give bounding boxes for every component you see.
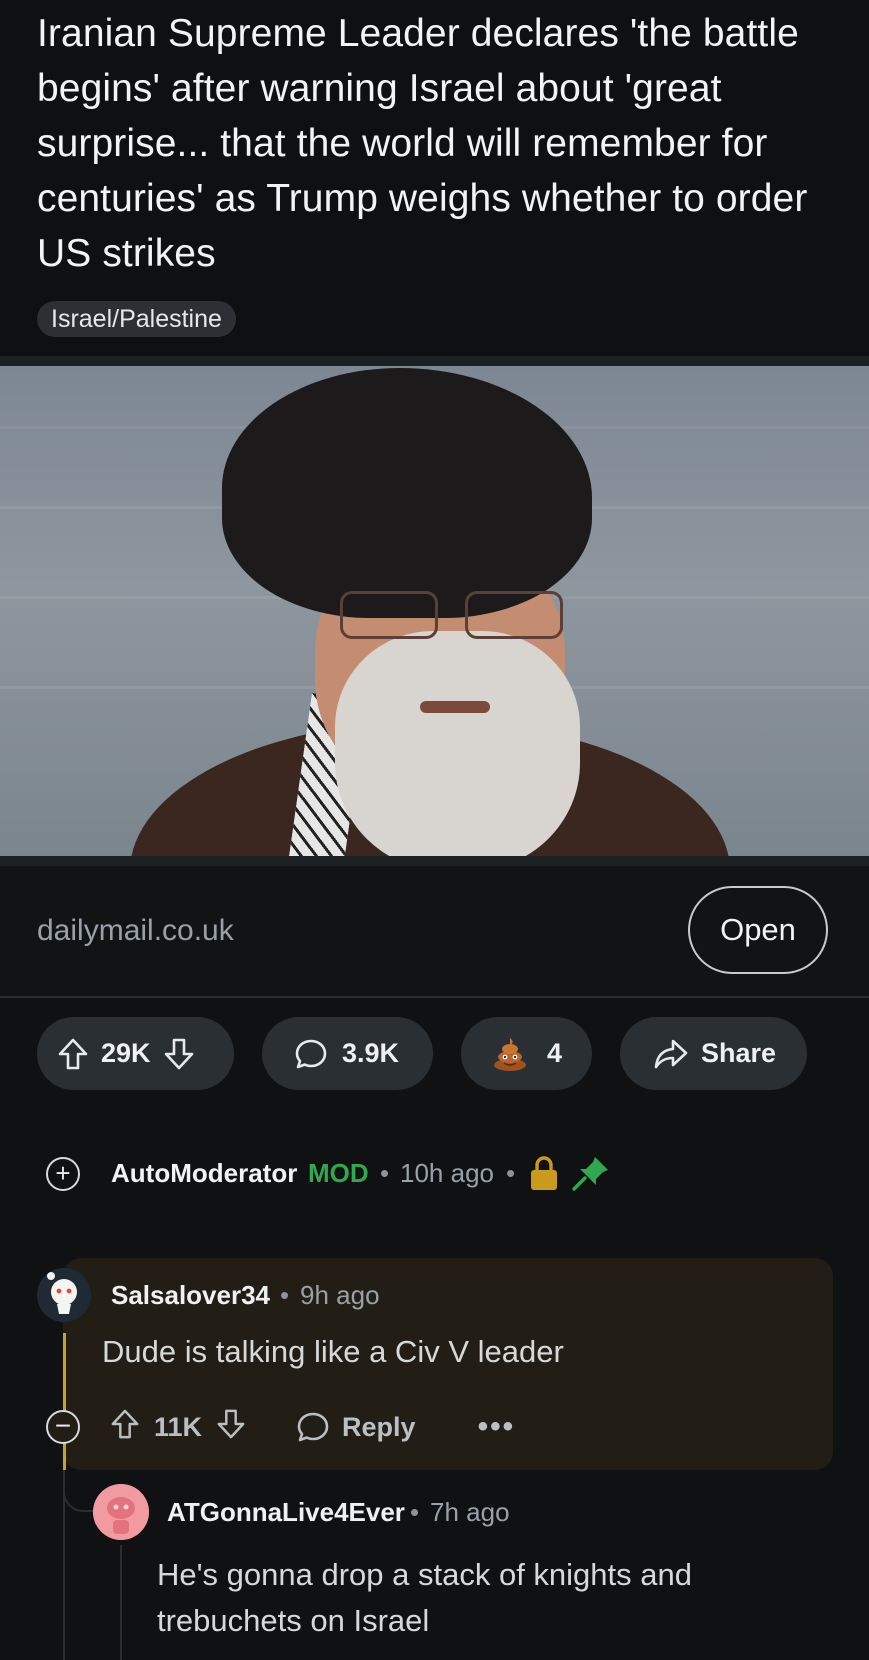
separator: • [280, 1280, 290, 1310]
comment-body: Dude is talking like a Civ V leader [102, 1334, 564, 1369]
comment-actions: 11K Reply ••• [110, 1405, 515, 1449]
divider [0, 356, 869, 366]
pin-icon [571, 1154, 611, 1197]
lock-icon [528, 1154, 560, 1197]
post-header: Iranian Supreme Leader declares 'the bat… [0, 0, 869, 356]
comment-count: 3.9K [342, 1038, 400, 1068]
upvote-icon[interactable] [57, 1037, 89, 1071]
post-flair[interactable]: Israel/Palestine [37, 301, 236, 337]
share-label: Share [701, 1038, 777, 1068]
link-domain[interactable]: dailymail.co.uk [37, 914, 234, 948]
collapse-comment-button[interactable]: − [46, 1410, 80, 1444]
separator: • [410, 1497, 420, 1527]
separator: • [506, 1158, 516, 1188]
vote-bar: 29K [37, 1017, 234, 1090]
separator: • [380, 1158, 390, 1188]
reply-icon [297, 1412, 329, 1442]
thread-line[interactable] [120, 1545, 122, 1660]
comment-author[interactable]: ATGonnaLive4Ever [167, 1497, 405, 1528]
post-title[interactable]: Iranian Supreme Leader declares 'the bat… [37, 6, 837, 281]
automod-comment[interactable]: + AutoModerator MOD • 10h ago • [0, 1148, 869, 1198]
downvote-icon[interactable] [163, 1037, 195, 1071]
more-options-icon[interactable]: ••• [478, 1410, 516, 1444]
awards-button[interactable]: 4 [461, 1017, 592, 1090]
comments-button[interactable]: 3.9K [262, 1017, 433, 1090]
link-preview[interactable]: dailymail.co.uk Open [0, 866, 869, 996]
open-link-button[interactable]: Open [688, 886, 828, 974]
thread-elbow [63, 1470, 95, 1512]
poop-award-icon [491, 1036, 529, 1072]
expand-comment-button[interactable]: + [46, 1157, 80, 1191]
reply-label: Reply [342, 1411, 416, 1442]
comment-time: 9h ago [300, 1280, 380, 1310]
divider [0, 996, 869, 998]
comment-time: 10h ago [400, 1158, 494, 1188]
comment-author[interactable]: Salsalover34 [111, 1280, 270, 1311]
comment-author[interactable]: AutoModerator [111, 1158, 297, 1189]
upvote-icon[interactable] [110, 1408, 140, 1447]
comment-icon [294, 1037, 328, 1071]
award-count: 4 [547, 1038, 563, 1068]
comment-vote-count: 11K [154, 1411, 203, 1442]
share-button[interactable]: Share [620, 1017, 807, 1090]
post-vote-count: 29K [101, 1038, 151, 1068]
comment-time: 7h ago [430, 1497, 510, 1527]
downvote-icon[interactable] [216, 1408, 246, 1447]
share-icon [653, 1038, 689, 1070]
avatar[interactable] [37, 1268, 91, 1322]
post-image[interactable] [0, 366, 869, 856]
reply-button[interactable]: Reply [296, 1410, 416, 1444]
comment-body: He's gonna drop a stack of knights and t… [157, 1557, 692, 1638]
thread-line[interactable] [63, 1333, 66, 1470]
divider [0, 856, 869, 866]
avatar[interactable] [93, 1484, 149, 1540]
mod-badge: MOD [308, 1158, 369, 1188]
